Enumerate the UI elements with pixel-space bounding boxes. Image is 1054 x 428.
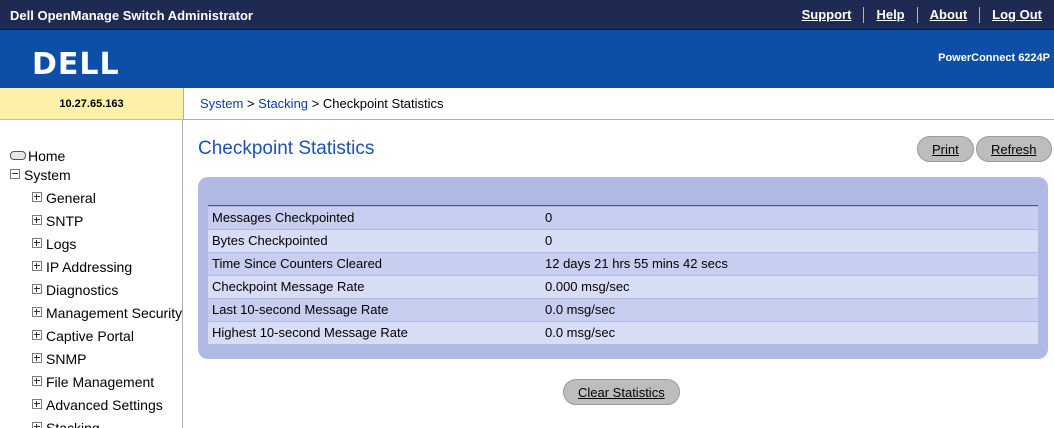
about-link[interactable]: About: [916, 7, 980, 23]
sidebar-item-label: Diagnostics: [46, 282, 119, 298]
breadcrumb-separator: >: [243, 96, 259, 111]
expand-icon[interactable]: [32, 353, 42, 364]
dell-logo: DELL: [32, 47, 120, 82]
sidebar-item-label: System: [24, 167, 71, 183]
top-bar: Dell OpenManage Switch Administrator Sup…: [0, 0, 1054, 30]
sidebar-item-stacking[interactable]: Stacking: [32, 418, 100, 428]
sidebar-item-ip-addressing[interactable]: IP Addressing: [32, 257, 132, 277]
breadcrumb: System > Stacking > Checkpoint Statistic…: [183, 88, 1054, 120]
home-icon: [10, 150, 26, 160]
sidebar-item-label: Advanced Settings: [46, 397, 163, 413]
sidebar-item-label: SNTP: [46, 213, 84, 229]
sidebar-item-advanced-settings[interactable]: Advanced Settings: [32, 395, 163, 415]
stat-value: 0: [545, 210, 553, 225]
divider: [208, 205, 1038, 206]
switch-ip-address: 10.27.65.163: [0, 88, 183, 120]
sidebar-item-label: General: [46, 190, 96, 206]
stat-value: 0.000 msg/sec: [545, 279, 630, 294]
sidebar-item-label: Home: [28, 148, 66, 164]
expand-icon[interactable]: [32, 284, 42, 295]
expand-icon[interactable]: [32, 399, 42, 410]
collapse-icon[interactable]: [10, 169, 20, 180]
sidebar-item-label: IP Addressing: [46, 259, 133, 275]
support-link[interactable]: Support: [790, 7, 864, 23]
sidebar-item-label: SNMP: [46, 351, 87, 367]
expand-icon[interactable]: [32, 422, 42, 428]
sidebar-tree: Home System General SNTP Logs IP Address…: [0, 120, 183, 428]
stat-label: Bytes Checkpointed: [212, 233, 328, 248]
stats-panel: Messages Checkpointed 0 Bytes Checkpoint…: [198, 177, 1048, 359]
breadcrumb-separator: >: [308, 96, 323, 111]
stat-label: Messages Checkpointed: [212, 210, 355, 225]
sidebar-item-file-management[interactable]: File Management: [32, 372, 154, 392]
product-name: PowerConnect 6224P: [938, 52, 1050, 64]
stat-value: 0.0 msg/sec: [545, 302, 616, 317]
refresh-button[interactable]: Refresh: [976, 136, 1052, 162]
stat-row: Highest 10-second Message Rate 0.0 msg/s…: [208, 322, 1038, 344]
sidebar-item-label: Captive Portal: [46, 328, 134, 344]
stat-row: Checkpoint Message Rate 0.000 msg/sec: [208, 276, 1038, 298]
stat-row: Last 10-second Message Rate 0.0 msg/sec: [208, 299, 1038, 321]
stat-label: Checkpoint Message Rate: [212, 279, 365, 294]
stat-row: Bytes Checkpointed 0: [208, 230, 1038, 252]
clear-statistics-button[interactable]: Clear Statistics: [563, 379, 680, 405]
expand-icon[interactable]: [32, 330, 42, 341]
sidebar-item-label: File Management: [46, 374, 155, 390]
sidebar-item-logs[interactable]: Logs: [32, 234, 76, 254]
sidebar-item-management-security[interactable]: Management Security: [32, 303, 182, 323]
sidebar-item-general[interactable]: General: [32, 188, 96, 208]
sidebar-item-snmp[interactable]: SNMP: [32, 349, 86, 369]
stat-value: 0.0 msg/sec: [545, 325, 616, 340]
stat-label: Time Since Counters Cleared: [212, 256, 383, 271]
brand-header: DELL PowerConnect 6224P: [0, 30, 1054, 88]
expand-icon[interactable]: [32, 261, 42, 272]
stat-label: Highest 10-second Message Rate: [212, 325, 408, 340]
expand-icon[interactable]: [32, 376, 42, 387]
print-button[interactable]: Print: [917, 136, 974, 162]
sidebar-item-label: Logs: [46, 236, 77, 252]
expand-icon[interactable]: [32, 238, 42, 249]
stat-row: Messages Checkpointed 0: [208, 207, 1038, 229]
expand-icon[interactable]: [32, 192, 42, 203]
sidebar-item-home[interactable]: Home: [10, 146, 65, 166]
breadcrumb-current: Checkpoint Statistics: [322, 96, 444, 111]
logout-link[interactable]: Log Out: [979, 7, 1054, 23]
breadcrumb-system[interactable]: System: [200, 96, 243, 111]
help-link[interactable]: Help: [863, 7, 916, 23]
expand-icon[interactable]: [32, 307, 42, 318]
sidebar-item-sntp[interactable]: SNTP: [32, 211, 83, 231]
sidebar-item-label: Stacking: [46, 420, 100, 428]
stat-label: Last 10-second Message Rate: [212, 302, 389, 317]
sidebar-item-captive-portal[interactable]: Captive Portal: [32, 326, 134, 346]
sidebar-item-diagnostics[interactable]: Diagnostics: [32, 280, 118, 300]
breadcrumb-stacking[interactable]: Stacking: [258, 96, 308, 111]
expand-icon[interactable]: [32, 215, 42, 226]
stat-row: Time Since Counters Cleared 12 days 21 h…: [208, 253, 1038, 275]
page-title: Checkpoint Statistics: [198, 138, 375, 159]
stat-value: 12 days 21 hrs 55 mins 42 secs: [545, 256, 728, 271]
sidebar-item-label: Management Security: [46, 305, 183, 321]
app-title: Dell OpenManage Switch Administrator: [10, 8, 253, 23]
stat-value: 0: [545, 233, 553, 248]
sidebar-item-system[interactable]: System: [10, 165, 71, 185]
top-nav: Support Help About Log Out: [790, 0, 1054, 30]
